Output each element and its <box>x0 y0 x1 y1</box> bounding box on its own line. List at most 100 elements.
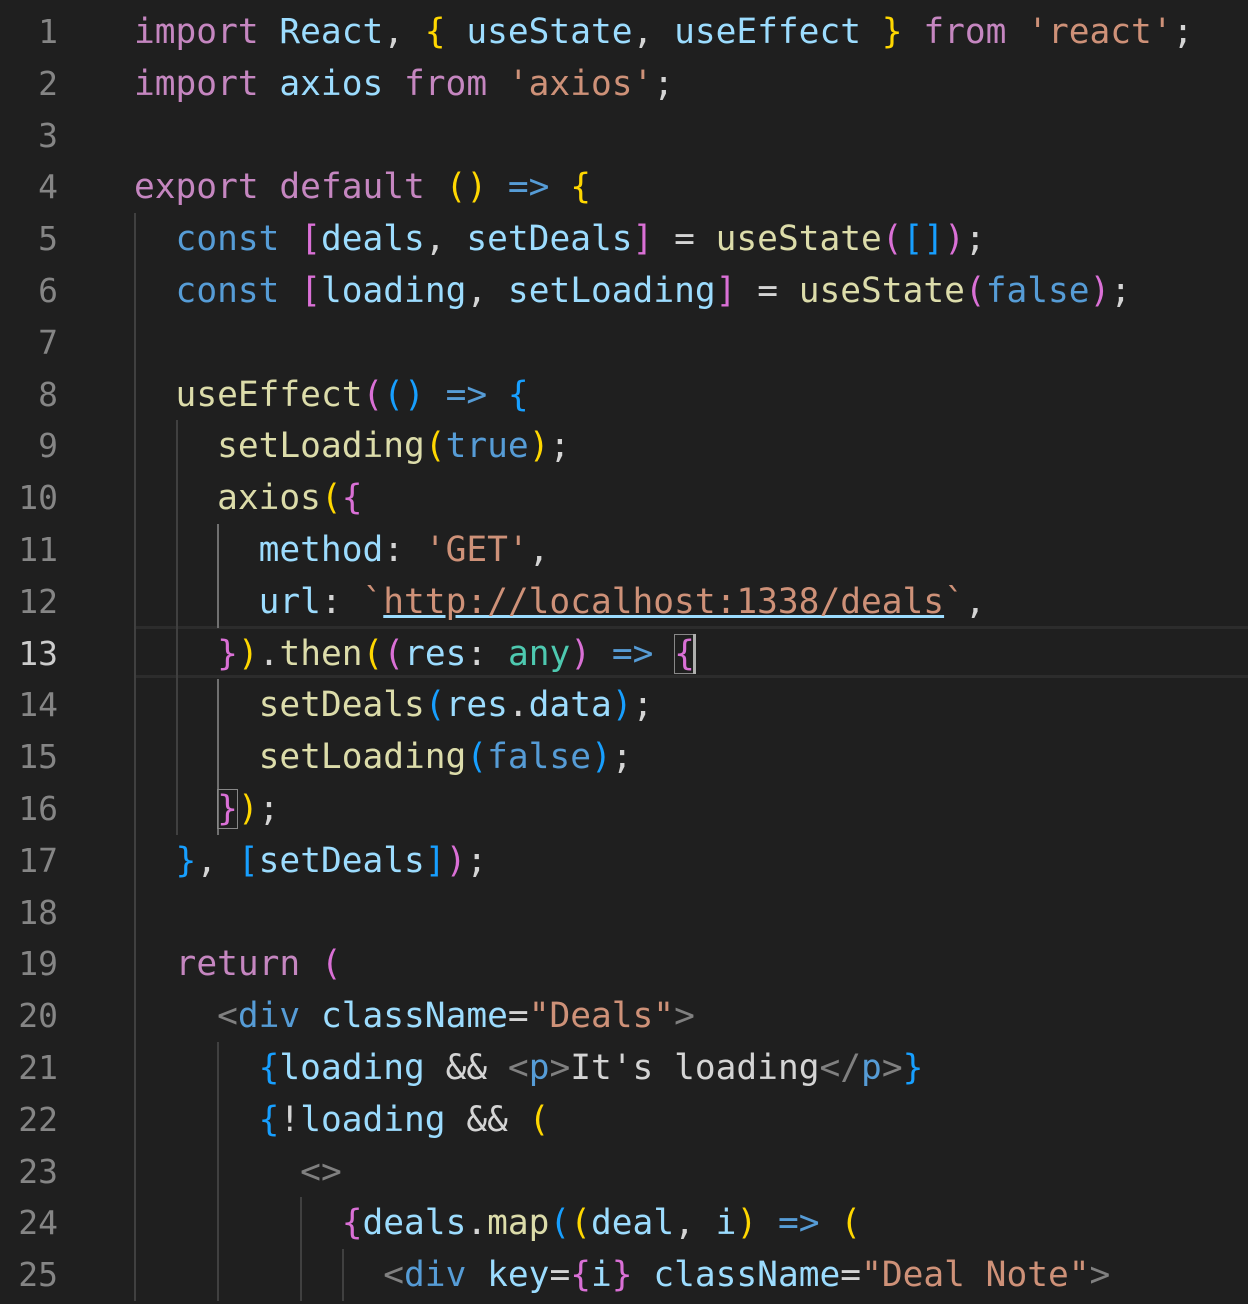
indent-guide <box>134 213 136 1301</box>
code-token: > <box>549 1048 571 1088</box>
code-token: , <box>528 530 550 570</box>
code-token: const <box>175 219 280 260</box>
code-token: ! <box>279 1099 301 1140</box>
code-token: url <box>258 581 321 622</box>
code-token: setLoading <box>258 737 467 778</box>
line-number: 12 <box>18 581 58 621</box>
code-token: { <box>258 1048 280 1088</box>
code-token: import <box>134 63 259 104</box>
code-line[interactable]: return ( <box>134 938 342 990</box>
code-line[interactable]: axios({ <box>134 472 362 524</box>
code-line[interactable]: }, [setDeals]); <box>134 835 488 887</box>
code-line[interactable]: setDeals(res.data); <box>134 679 654 731</box>
code-line[interactable]: <> <box>134 1146 342 1198</box>
code-token: => <box>424 374 488 415</box>
code-token: ( <box>362 374 384 415</box>
code-token: < <box>383 1255 405 1296</box>
code-token: => <box>591 633 654 674</box>
line-number: 22 <box>18 1099 58 1139</box>
code-token: = <box>507 996 529 1037</box>
code-token: setLoading <box>507 271 716 311</box>
code-token: ( <box>466 737 488 778</box>
code-token: [ <box>300 271 321 311</box>
code-token: useState <box>798 271 965 311</box>
code-token: > <box>1089 1255 1111 1296</box>
code-line[interactable]: <div className="Deals"> <box>134 990 695 1042</box>
indent-guide <box>300 1197 302 1301</box>
code-token: useEffect <box>674 12 882 52</box>
code-token: ; <box>964 219 986 260</box>
line-number: 16 <box>18 789 58 828</box>
line-number: 7 <box>38 322 58 362</box>
code-editor[interactable]: 1 import React, { useState, useEffect } f… <box>0 0 1248 1304</box>
line-number: 20 <box>18 996 58 1036</box>
code-token: loading <box>300 1099 446 1140</box>
line-number: 25 <box>18 1255 58 1295</box>
code-token: <> <box>300 1151 342 1192</box>
code-token: ` <box>944 581 965 622</box>
code-line[interactable]: url: `http://localhost:1338/deals`, <box>134 576 986 628</box>
code-token: ; <box>1110 271 1132 311</box>
code-token: default <box>258 167 425 208</box>
code-token: ) <box>1089 271 1111 311</box>
code-token: , <box>674 1203 716 1244</box>
code-line[interactable]: import axios from 'axios'; <box>134 58 674 110</box>
code-token: "Deal Note" <box>861 1255 1090 1296</box>
code-line[interactable]: {loading && <p>It's loading</p>} <box>134 1042 924 1094</box>
code-line[interactable]: {deals.map((deal, i) => ( <box>134 1197 861 1249</box>
code-token: map <box>487 1203 550 1244</box>
code-token: [] <box>902 219 945 260</box>
code-line[interactable]: <div key={i} className="Deal Note"> <box>134 1249 1110 1301</box>
code-token: ( <box>320 944 342 985</box>
code-token: } <box>881 12 903 52</box>
code-token: className <box>632 1255 841 1296</box>
code-line[interactable]: setLoading(false); <box>134 731 633 783</box>
code-token: ( <box>549 1203 571 1244</box>
code-token: ( <box>840 1203 862 1244</box>
code-token: > <box>674 996 695 1037</box>
bracket-match-highlight <box>217 789 238 829</box>
line-number: 1 <box>38 12 58 51</box>
code-token: , <box>964 581 986 622</box>
code-token: false <box>985 271 1090 311</box>
code-token: , <box>424 219 467 260</box>
code-token: { <box>570 167 591 208</box>
code-token: ) <box>528 426 550 467</box>
code-token: [ <box>300 219 321 260</box>
line-number: 17 <box>18 840 58 880</box>
code-token: axios <box>217 478 321 519</box>
code-line[interactable]: method: 'GET', <box>134 524 550 576</box>
code-line[interactable]: useEffect(() => { <box>134 369 529 421</box>
code-line[interactable]: import React, { useState, useEffect } fr… <box>134 6 1193 58</box>
code-line[interactable]: setLoading(true); <box>134 420 570 472</box>
code-token: p <box>528 1048 550 1088</box>
code-token: { <box>258 1099 280 1140</box>
code-line[interactable]: }); <box>134 783 279 835</box>
code-token: from <box>902 12 1007 52</box>
code-token: deals <box>362 1203 467 1244</box>
code-token: setDeals <box>258 840 425 881</box>
code-token: ) <box>736 1203 758 1244</box>
line-number: 4 <box>38 167 58 207</box>
code-token: ) <box>570 633 592 674</box>
code-token: http://localhost:1338/deals <box>383 581 945 622</box>
code-line[interactable]: export default () => { <box>134 161 591 213</box>
line-number: 19 <box>18 944 58 984</box>
code-token: return <box>175 944 301 985</box>
code-token: 'react' <box>1006 12 1173 52</box>
code-line[interactable]: {!loading && ( <box>134 1094 550 1146</box>
code-line[interactable]: const [deals, setDeals] = useState([]); <box>134 213 986 265</box>
code-token: ) <box>237 633 259 674</box>
code-line[interactable]: const [loading, setLoading] = useState(f… <box>134 265 1132 317</box>
code-line[interactable]: }).then((res: any) => { <box>134 628 695 680</box>
code-token: () <box>383 374 425 415</box>
